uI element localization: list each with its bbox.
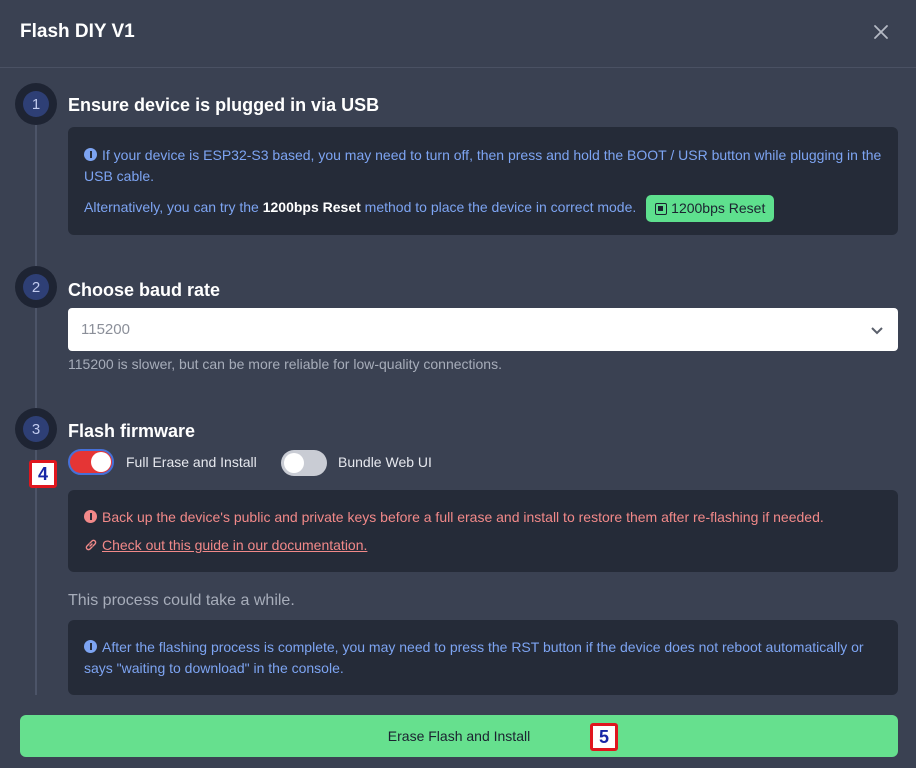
guide-link-row: Check out this guide in our documentatio… xyxy=(84,535,882,556)
warning-text: Back up the device's public and private … xyxy=(84,507,882,528)
step-3-number: 3 xyxy=(15,408,57,450)
annotation-marker-b: 5 xyxy=(590,723,618,751)
link-icon xyxy=(85,539,97,551)
info-icon xyxy=(84,640,97,653)
step-1-number: 1 xyxy=(15,83,57,125)
close-icon[interactable] xyxy=(870,21,892,43)
timeline-line xyxy=(35,100,37,695)
baud-rate-value: 115200 xyxy=(81,321,130,338)
baud-rate-hint: 115200 is slower, but can be more reliab… xyxy=(68,356,502,372)
step-2-number: 2 xyxy=(15,266,57,308)
process-note: This process could take a while. xyxy=(68,592,295,609)
step-3-title: Flash firmware xyxy=(68,421,196,441)
bundle-web-ui-label: Bundle Web UI xyxy=(338,454,432,470)
documentation-link[interactable]: Check out this guide in our documentatio… xyxy=(102,537,367,553)
full-erase-toggle[interactable] xyxy=(68,449,114,475)
baud-rate-select[interactable]: 115200 xyxy=(68,308,898,351)
reset-alternative-text: Alternatively, you can try the 1200bps R… xyxy=(84,195,882,222)
full-erase-label: Full Erase and Install xyxy=(126,454,257,470)
post-flash-info-text: After the flashing process is complete, … xyxy=(84,639,864,676)
reset-1200bps-button[interactable]: 1200bps Reset xyxy=(646,195,775,222)
usb-info-panel: If your device is ESP32-S3 based, you ma… xyxy=(68,127,898,235)
erase-flash-install-button[interactable]: Erase Flash and Install xyxy=(20,715,898,757)
chevron-down-icon xyxy=(871,326,883,334)
step-1-title: Ensure device is plugged in via USB xyxy=(68,95,380,115)
post-flash-info-panel: After the flashing process is complete, … xyxy=(68,620,898,695)
step-2-title: Choose baud rate xyxy=(68,280,221,300)
dialog-header: Flash DIY V1 xyxy=(0,0,916,68)
bundle-web-ui-toggle[interactable] xyxy=(281,450,327,476)
annotation-marker-a: 4 xyxy=(29,460,57,488)
usb-info-text: If your device is ESP32-S3 based, you ma… xyxy=(84,147,882,184)
dialog-title: Flash DIY V1 xyxy=(20,21,135,42)
warning-panel: Back up the device's public and private … xyxy=(68,490,898,572)
alert-icon xyxy=(84,510,97,523)
info-icon xyxy=(84,148,97,161)
chip-icon xyxy=(655,202,668,215)
